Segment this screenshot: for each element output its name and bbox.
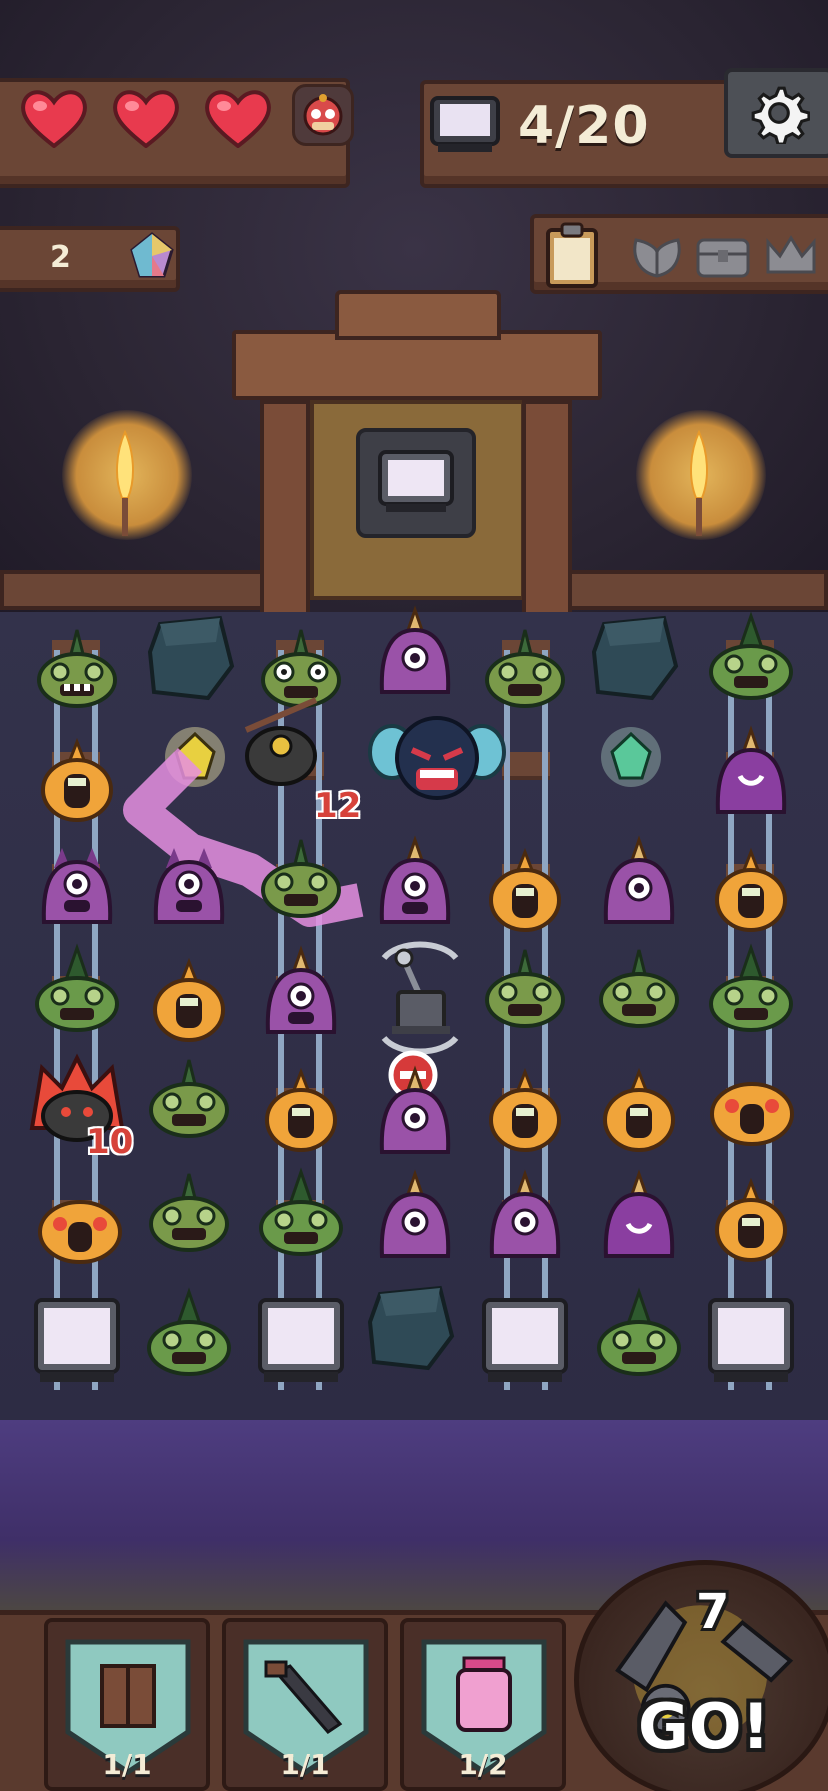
dark-goblin-enemy[interactable] <box>236 697 326 790</box>
purple-monster-elite[interactable] <box>594 1169 684 1262</box>
orange-monster[interactable] <box>706 1177 796 1268</box>
mine-cart[interactable] <box>256 1296 346 1386</box>
torch-icon <box>689 429 709 536</box>
heart-icon <box>112 88 180 149</box>
green-monster-elite[interactable] <box>706 943 796 1038</box>
tool-count: 1/1 <box>280 1748 330 1781</box>
green-monster[interactable] <box>144 1172 234 1262</box>
purple-monster[interactable] <box>144 838 234 928</box>
orange-monster[interactable] <box>32 737 122 828</box>
gem-count: 2 <box>50 240 71 275</box>
green-monster-elite[interactable] <box>706 611 796 706</box>
tool-potion-jar[interactable]: 1/2 <box>400 1618 566 1791</box>
rail-switch-lever[interactable] <box>370 930 470 1060</box>
chest-goal-icon <box>694 232 752 280</box>
gate-post <box>522 400 572 620</box>
crystal-gem-icon <box>128 230 176 282</box>
purple-monster[interactable] <box>370 605 460 698</box>
mine-cart[interactable] <box>706 1296 796 1386</box>
orange-monster-elite[interactable] <box>30 1178 130 1268</box>
leaf-goal-icon <box>628 232 686 280</box>
heart-icon <box>20 88 88 149</box>
green-monster-elite[interactable] <box>32 943 122 1038</box>
exit-mine-cart-icon <box>356 428 476 538</box>
cart-progress-count: 4/20 <box>518 96 650 156</box>
green-monster-elite[interactable] <box>144 1287 234 1382</box>
orange-monster[interactable] <box>706 847 796 938</box>
boulder <box>146 612 236 702</box>
orange-monster[interactable] <box>480 1067 570 1158</box>
crown-goal-icon <box>762 232 820 280</box>
go-label: GO! <box>638 1690 770 1763</box>
green-monster[interactable] <box>256 838 346 928</box>
purple-monster[interactable] <box>370 835 460 928</box>
purple-monster[interactable] <box>370 1065 460 1158</box>
purple-monster[interactable] <box>594 835 684 928</box>
purple-monster[interactable] <box>480 1169 570 1262</box>
boss-blue-monster[interactable] <box>368 702 506 812</box>
green-monster-elite[interactable] <box>256 1167 346 1262</box>
gate-post <box>260 400 310 620</box>
boulder <box>590 612 680 702</box>
wood-ledge <box>560 570 828 610</box>
wood-ledge <box>0 570 270 610</box>
gate-beam <box>232 330 602 400</box>
gate-roof <box>335 290 501 340</box>
tool-wood-planks[interactable]: 1/1 <box>44 1618 210 1791</box>
purple-monster[interactable] <box>370 1169 460 1262</box>
green-monster[interactable] <box>144 1058 234 1148</box>
mine-cart[interactable] <box>480 1296 570 1386</box>
torch-icon <box>115 429 135 536</box>
boulder <box>366 1282 456 1372</box>
player-portrait[interactable] <box>292 84 354 146</box>
green-monster-elite[interactable] <box>594 1287 684 1382</box>
tool-dagger[interactable]: 1/1 <box>222 1618 388 1791</box>
green-monster[interactable] <box>594 948 684 1038</box>
orange-monster[interactable] <box>144 957 234 1048</box>
orange-monster[interactable] <box>256 1067 346 1158</box>
purple-monster[interactable] <box>32 838 122 928</box>
purple-monster[interactable] <box>256 945 346 1038</box>
orange-monster-elite[interactable] <box>700 1060 804 1150</box>
clipboard-icon[interactable] <box>540 220 604 290</box>
green-monster[interactable] <box>480 948 570 1038</box>
orange-monster[interactable] <box>594 1067 684 1158</box>
purple-monster-elite[interactable] <box>706 725 796 818</box>
damage-number: 12 <box>314 786 362 826</box>
moves-remaining: 7 <box>696 1584 730 1640</box>
tool-count: 1/2 <box>458 1748 508 1781</box>
orange-monster[interactable] <box>480 847 570 938</box>
heart-icon <box>204 88 272 149</box>
green-gem[interactable] <box>586 712 676 802</box>
damage-number: 10 <box>86 1122 134 1162</box>
tool-count: 1/1 <box>102 1748 152 1781</box>
mine-cart-icon <box>428 94 502 156</box>
gear-icon <box>751 86 810 144</box>
mine-cart[interactable] <box>32 1296 122 1386</box>
settings-button[interactable] <box>724 68 828 158</box>
